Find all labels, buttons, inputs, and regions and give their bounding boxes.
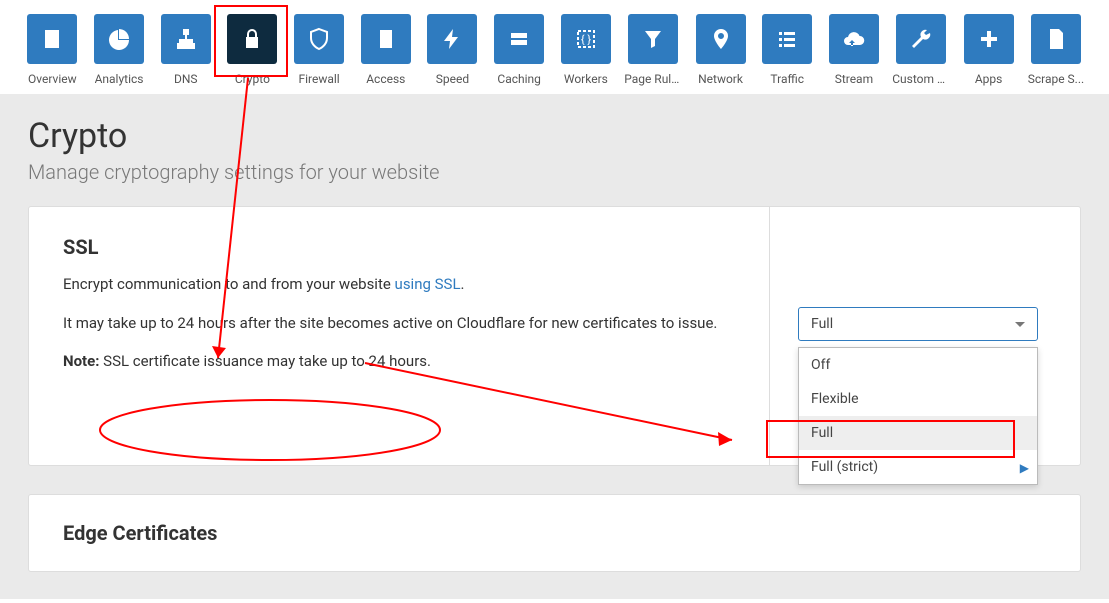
ssl-option-full-strict-[interactable]: Full (strict)▶ xyxy=(799,450,1037,484)
ssl-desc-prefix: Encrypt communication to and from your w… xyxy=(63,275,395,293)
nav-label: Firewall xyxy=(298,72,339,86)
nav-item-speed[interactable]: Speed xyxy=(426,14,479,86)
lock-icon[interactable] xyxy=(227,14,277,64)
nav-item-page-rules[interactable]: Page Rules xyxy=(626,14,680,86)
nav-label: Crypto xyxy=(235,72,270,86)
nav-item-caching[interactable]: Caching xyxy=(493,14,546,86)
ssl-desc: Encrypt communication to and from your w… xyxy=(63,273,735,296)
edge-cert-card: Edge Certificates xyxy=(28,494,1081,572)
nav-label: DNS xyxy=(174,72,198,86)
nav-item-stream[interactable]: Stream xyxy=(828,14,881,86)
bolt-icon[interactable] xyxy=(427,14,477,64)
sitemap-icon[interactable] xyxy=(161,14,211,64)
nav-label: Page Rules xyxy=(624,72,682,86)
page-title: Crypto xyxy=(28,116,1081,156)
list-icon[interactable] xyxy=(762,14,812,64)
ssl-title: SSL xyxy=(63,235,735,259)
ssl-select-value: Full xyxy=(811,316,833,332)
nav-label: Speed xyxy=(436,72,469,86)
nav-label: Network xyxy=(698,72,743,86)
nav-label: Workers xyxy=(564,72,608,86)
nav-label: Scrape S... xyxy=(1028,72,1084,86)
document-icon[interactable] xyxy=(27,14,77,64)
nav-label: Apps xyxy=(975,72,1003,86)
page-subtitle: Manage cryptography settings for your we… xyxy=(28,160,1081,184)
funnel-icon[interactable] xyxy=(628,14,678,64)
ssl-card-body: SSL Encrypt communication to and from yo… xyxy=(29,207,770,465)
edge-cert-title: Edge Certificates xyxy=(63,521,1046,545)
nav-item-analytics[interactable]: Analytics xyxy=(93,14,146,86)
ssl-note-label: Note: xyxy=(63,352,99,370)
ssl-mode-select[interactable]: Full xyxy=(798,307,1038,341)
page-icon[interactable] xyxy=(1031,14,1081,64)
nav-item-dns[interactable]: DNS xyxy=(159,14,212,86)
nav-item-custom-p-[interactable]: Custom P... xyxy=(894,14,948,86)
nav-item-access[interactable]: Access xyxy=(359,14,412,86)
wrench-icon[interactable] xyxy=(896,14,946,64)
chevron-down-icon xyxy=(1015,322,1025,327)
nav-item-workers[interactable]: { } Workers xyxy=(560,14,613,86)
pin-icon[interactable] xyxy=(696,14,746,64)
braces-icon[interactable]: { } xyxy=(561,14,611,64)
nav-item-overview[interactable]: Overview xyxy=(26,14,79,86)
plus-icon[interactable] xyxy=(964,14,1014,64)
ssl-card: SSL Encrypt communication to and from yo… xyxy=(28,206,1081,466)
ssl-card-side: Full OffFlexibleFullFull (strict)▶ xyxy=(770,207,1080,465)
nav-label: Traffic xyxy=(770,72,804,86)
nav-item-crypto[interactable]: Crypto xyxy=(226,14,279,86)
nav-item-traffic[interactable]: Traffic xyxy=(761,14,814,86)
svg-text:{ }: { } xyxy=(581,33,591,46)
nav-label: Stream xyxy=(835,72,873,86)
chevron-right-icon: ▶ xyxy=(1020,461,1029,475)
nav-label: Custom P... xyxy=(892,72,950,86)
nav-label: Access xyxy=(366,72,405,86)
nav-label: Analytics xyxy=(95,72,144,86)
ssl-mode-dropdown: OffFlexibleFullFull (strict)▶ xyxy=(798,347,1038,485)
nav-item-scrape-s-[interactable]: Scrape S... xyxy=(1029,14,1083,86)
door-icon[interactable] xyxy=(361,14,411,64)
top-nav: Overview Analytics DNS Crypto Firewall Access… xyxy=(0,0,1109,94)
ssl-note-text: SSL certificate issuance may take up to … xyxy=(99,352,431,370)
nav-label: Caching xyxy=(497,72,541,86)
drive-icon[interactable] xyxy=(494,14,544,64)
ssl-option-full[interactable]: Full xyxy=(799,416,1037,450)
nav-item-firewall[interactable]: Firewall xyxy=(293,14,346,86)
ssl-note: Note: SSL certificate issuance may take … xyxy=(63,350,735,373)
cloud-icon[interactable] xyxy=(829,14,879,64)
ssl-option-flexible[interactable]: Flexible xyxy=(799,382,1037,416)
nav-item-apps[interactable]: Apps xyxy=(962,14,1015,86)
nav-label: Overview xyxy=(28,72,77,86)
ssl-desc-link[interactable]: using SSL xyxy=(395,275,461,293)
pie-icon[interactable] xyxy=(94,14,144,64)
ssl-delay-text: It may take up to 24 hours after the sit… xyxy=(63,312,735,335)
ssl-option-off[interactable]: Off xyxy=(799,348,1037,382)
main-area: Crypto Manage cryptography settings for … xyxy=(0,94,1109,599)
ssl-desc-suffix: . xyxy=(461,275,465,293)
shield-icon[interactable] xyxy=(294,14,344,64)
nav-item-network[interactable]: Network xyxy=(694,14,747,86)
